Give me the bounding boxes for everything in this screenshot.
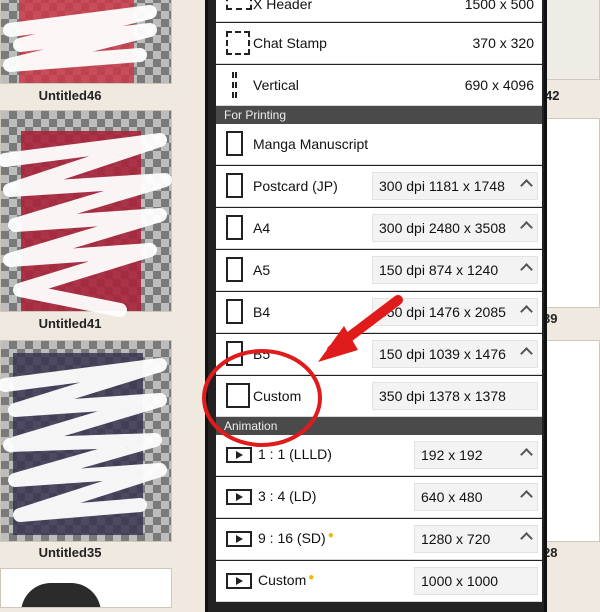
preset-label: 3 : 4 (LD) — [258, 488, 317, 504]
preset-row-manga-manuscript[interactable]: Manga Manuscript — [216, 124, 542, 165]
preset-row-anim-9-16[interactable]: 9 : 16 (SD) ● 1280 x 720 — [216, 519, 542, 560]
preset-row-anim-3-4[interactable]: 3 : 4 (LD) 640 x 480 — [216, 477, 542, 518]
preset-label: Postcard (JP) — [253, 178, 338, 194]
scribble-overlay — [0, 5, 172, 522]
preset-row-anim-custom[interactable]: Custom ● 1000 x 1000 — [216, 561, 542, 602]
preset-value: 370 x 320 — [472, 35, 535, 51]
chevron-up-icon — [520, 448, 533, 461]
chevron-up-icon — [520, 305, 533, 318]
chevron-up-icon — [520, 347, 533, 360]
preset-label: A4 — [253, 220, 271, 236]
anim-size-select[interactable]: 1280 x 720 — [414, 525, 538, 553]
preset-value: 690 x 4096 — [464, 77, 534, 93]
page-icon — [226, 257, 243, 282]
page-icon — [226, 131, 243, 156]
chevron-up-icon — [520, 221, 533, 234]
dpi-size-select[interactable]: 350 dpi 1476 x 2085 — [372, 298, 538, 326]
section-header-printing: For Printing — [216, 106, 542, 124]
preset-row-vertical[interactable]: Vertical 690 x 4096 — [216, 65, 542, 106]
preset-row-a5[interactable]: A5 150 dpi 874 x 1240 — [216, 250, 542, 291]
preset-label: A5 — [253, 262, 271, 278]
play-icon — [226, 447, 252, 463]
page-icon — [226, 173, 243, 198]
preset-row-a4[interactable]: A4 300 dpi 2480 x 3508 — [216, 208, 542, 249]
dpi-size-select[interactable]: 150 dpi 874 x 1240 — [372, 256, 538, 284]
preset-row-custom-print[interactable]: Custom 350 dpi 1378 x 1378 — [216, 376, 542, 417]
dpi-size-select[interactable]: 300 dpi 2480 x 3508 — [372, 214, 538, 242]
chevron-up-icon — [520, 490, 533, 503]
preset-label: B5 — [253, 346, 271, 362]
preset-label: Vertical — [253, 77, 299, 93]
chevron-up-icon — [520, 532, 533, 545]
anim-size-select[interactable]: 192 x 192 — [414, 441, 538, 469]
preset-row-b4[interactable]: B4 350 dpi 1476 x 2085 — [216, 292, 542, 333]
premium-dot-icon: ● — [308, 572, 315, 583]
preset-label: Custom ● — [258, 572, 315, 588]
canvas-size-preset-panel[interactable]: X Header 1500 x 500 Chat Stamp 370 x 320… — [205, 0, 547, 612]
chevron-up-icon — [520, 263, 533, 276]
preset-row-postcard[interactable]: Postcard (JP) 300 dpi 1181 x 1748 — [216, 166, 542, 207]
vertical-icon — [232, 72, 237, 98]
preset-row-anim-1-1[interactable]: 1 : 1 (LLLD) 192 x 192 — [216, 435, 542, 476]
dpi-size-select[interactable]: 150 dpi 1039 x 1476 — [372, 340, 538, 368]
thumbnail-label: 42 — [545, 88, 560, 103]
anim-size-select[interactable]: 640 x 480 — [414, 483, 538, 511]
preset-label: Custom — [253, 388, 302, 404]
preset-label: 1 : 1 (LLLD) — [258, 446, 332, 462]
play-icon — [226, 489, 252, 505]
play-icon — [226, 573, 252, 589]
section-header-animation: Animation — [216, 417, 542, 435]
chat-stamp-icon — [226, 31, 250, 55]
page-icon — [226, 383, 250, 408]
preset-label: Chat Stamp — [253, 35, 327, 51]
page-icon — [226, 299, 243, 324]
premium-dot-icon: ● — [327, 530, 334, 541]
thumbnail-right-bottom[interactable] — [540, 340, 600, 542]
preset-label: Manga Manuscript — [253, 136, 369, 152]
preset-label: 9 : 16 (SD) ● — [258, 530, 334, 546]
preset-label: X Header — [253, 0, 313, 12]
thumbnail-right-middle[interactable] — [540, 118, 600, 308]
page-icon — [226, 341, 243, 366]
chevron-up-icon — [520, 179, 533, 192]
preset-label: B4 — [253, 304, 271, 320]
preset-row-b5[interactable]: B5 150 dpi 1039 x 1476 — [216, 334, 542, 375]
custom-dpi-size-field[interactable]: 350 dpi 1378 x 1378 — [372, 382, 538, 410]
dpi-size-select[interactable]: 300 dpi 1181 x 1748 — [372, 172, 538, 200]
header-icon — [226, 0, 252, 10]
play-icon — [226, 531, 252, 547]
preset-value: 1500 x 500 — [464, 0, 534, 12]
page-icon — [226, 215, 243, 240]
thumbnail-right-top[interactable] — [540, 0, 600, 80]
preset-row-chat-stamp[interactable]: Chat Stamp 370 x 320 — [216, 23, 542, 64]
preset-row-x-header[interactable]: X Header 1500 x 500 — [216, 0, 542, 22]
anim-custom-size-field[interactable]: 1000 x 1000 — [414, 567, 538, 595]
